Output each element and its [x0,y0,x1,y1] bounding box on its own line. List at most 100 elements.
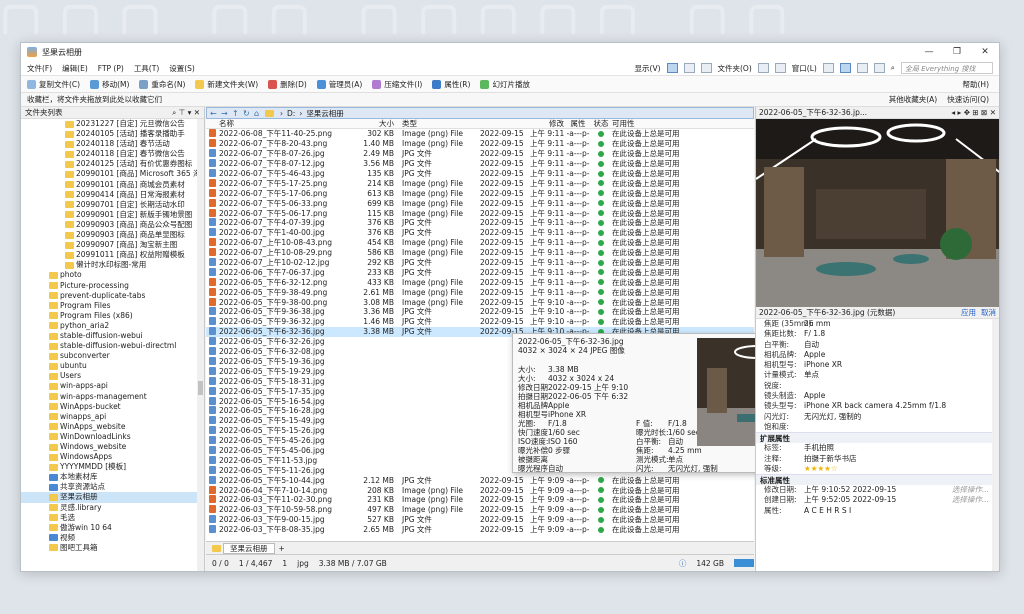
file-row[interactable]: 2022-06-05_下午5-10-44.jpg 2.12 MB JPG 文件 202… [206,475,754,485]
delete-button[interactable]: 删除(D) [268,79,307,90]
everything-search-input[interactable]: 全局 Everything 搜找 [901,62,993,74]
col-avail[interactable]: 可用性 [610,118,635,129]
tree-item[interactable]: WinApps-bucket [21,402,204,412]
file-row[interactable]: 2022-06-07_下午1-40-00.jpg 376 KB JPG 文件 2022… [206,228,754,238]
tree-item[interactable]: 20240118 [自定] 春节微信公告 [21,149,204,159]
home-icon[interactable]: ⌂ [254,109,265,118]
preview-nav-icons[interactable]: ◂ ▸ ✥ ⊞ ⊠ ✕ [951,108,996,117]
tree-item[interactable]: winapps_api [21,412,204,422]
property-row[interactable]: 饱和度: [756,422,999,432]
property-row[interactable]: 计量模式: 单点 [756,370,999,380]
layout2-icon[interactable] [774,63,786,73]
view-details-icon[interactable] [666,63,678,73]
tab-folder[interactable]: 坚果云相册 [223,542,275,554]
tree-item[interactable]: 20231227 [自定] 元旦微信公告 [21,119,204,129]
menu-display[interactable]: 显示(V) [635,63,661,74]
property-row[interactable]: 相机品牌: Apple [756,350,999,360]
tree-item[interactable]: 傲游win 10 64 [21,523,204,533]
tree-item[interactable]: 20990101 [商品] Microsoft 365 海报 [21,169,204,179]
slideshow-button[interactable]: 幻灯片播放 [480,79,530,90]
properties-button[interactable]: 属性(R) [432,79,470,90]
file-row[interactable]: 2022-06-05_下午9-36-38.jpg 3.36 MB JPG 文件 202… [206,307,754,317]
other-favorites-button[interactable]: 其他收藏夹(A) [889,94,937,105]
col-size[interactable]: 大小 [344,118,394,129]
tree-item[interactable]: python_aria2 [21,321,204,331]
property-row[interactable]: 白平衡: 自动 [756,340,999,350]
layout-icon[interactable] [757,63,769,73]
menu-tools[interactable]: 工具(T) [134,63,159,74]
property-row[interactable]: 焦距比数: F/ 1.8 [756,329,999,339]
file-row[interactable]: 2022-06-03_下午8-08-35.jpg 2.65 MB JPG 文件 202… [206,525,754,535]
tree-scrollbar[interactable] [197,119,204,571]
col-name[interactable]: 名称 [206,118,344,129]
file-row[interactable]: 2022-06-07_下午5-06-17.png 115 KB Image (png… [206,208,754,218]
tree-item[interactable]: WinDownloadLinks [21,432,204,442]
forward-icon[interactable]: → [221,109,232,118]
property-row[interactable]: 注释: 拍摄于新华书店 [756,454,999,464]
menu-edit[interactable]: 编辑(E) [62,63,88,74]
file-row[interactable]: 2022-06-07_下午5-46-43.jpg 135 KB JPG 文件 2022… [206,169,754,179]
tree-item[interactable]: 20990414 [商品] 日常海报素材 [21,190,204,200]
col-modified[interactable]: 修改 [530,118,564,129]
property-row[interactable]: 标签: 手机拍照 [756,443,999,453]
file-row[interactable]: 2022-06-07_下午8-20-43.png 1.40 MB Image (pn… [206,139,754,149]
pane-icon[interactable] [822,63,834,73]
file-row[interactable]: 2022-06-07_下午5-17-06.png 613 KB Image (png… [206,188,754,198]
tree-item[interactable]: prevent-duplicate-tabs [21,291,204,301]
tree-item[interactable]: stable-diffusion-webui-directml [21,341,204,351]
tree-header-icons[interactable]: ⌕ ⊤ ▾ ✕ [172,108,200,118]
file-row[interactable]: 2022-06-04_下午7-10-14.png 208 KB Image (png… [206,485,754,495]
property-row[interactable]: 等级: ★★★★☆ [756,464,999,474]
tree-item[interactable]: WindowsApps [21,452,204,462]
tree-item[interactable]: 本地素材库 [21,472,204,482]
property-row[interactable]: 锐度: [756,381,999,391]
file-row[interactable]: 2022-06-08_下午11-40-25.png 302 KB Image (pn… [206,129,754,139]
rename-button[interactable]: 重命名(N) [139,79,185,90]
file-row[interactable]: 2022-06-05_下午9-36-32.jpg 1.46 MB JPG 文件 202… [206,317,754,327]
maximize-icon[interactable]: ❐ [943,47,971,57]
tree-item[interactable]: 毛选 [21,513,204,523]
tree-item[interactable]: YYYYMMDD [模板] [21,462,204,472]
minimize-icon[interactable]: — [915,47,943,57]
property-row[interactable]: 创建日期: 上午 9:52:05 2022-09-15 选择操作... [756,495,999,505]
tree-item[interactable]: 20990701 [自定] 长期活动水印 [21,200,204,210]
view-thumbs-icon[interactable] [700,63,712,73]
view-list-icon[interactable] [683,63,695,73]
file-row[interactable]: 2022-06-05_下午9-38-00.png 3.08 MB Image (pn… [206,297,754,307]
property-row[interactable]: 属性: A C E H R S I [756,506,999,516]
meta-scrollbar[interactable] [992,319,999,571]
tree-item[interactable]: Picture-processing [21,281,204,291]
property-row[interactable]: 焦距 (35mm): 26 mm [756,319,999,329]
menu-window[interactable]: 窗口(L) [792,63,817,74]
cancel-button[interactable]: 取消 [981,307,996,318]
col-type[interactable]: 类型 [394,118,480,129]
refresh-icon[interactable]: ↻ [243,109,254,118]
file-row[interactable]: 2022-06-07_下午8-07-12.jpg 3.56 MB JPG 文件 202… [206,159,754,169]
quick-access-button[interactable]: 快速访问(Q) [947,94,989,105]
tree-item[interactable]: 图吧工具箱 [21,543,204,553]
tree-item[interactable]: 20240125 [活动] 有价优惠券图标 [21,159,204,169]
file-row[interactable]: 2022-06-03_下午9-00-15.jpg 527 KB JPG 文件 2022… [206,515,754,525]
tree-item[interactable]: 坚果云相册 [21,492,204,503]
tree-item[interactable]: win-apps-api [21,381,204,391]
tree-item[interactable]: ubuntu [21,361,204,371]
add-tab-icon[interactable]: + [279,544,285,553]
tree-item[interactable]: photo [21,270,204,280]
pane3-icon[interactable] [856,63,868,73]
tree-item[interactable]: win-apps-management [21,392,204,402]
property-row[interactable]: 相机型号: iPhone XR [756,360,999,370]
file-row[interactable]: 2022-06-05_下午9-38-49.png 2.61 MB Image (pn… [206,287,754,297]
admin-button[interactable]: 管理员(A) [316,79,362,90]
pane2-icon[interactable] [839,63,851,73]
tree-item[interactable]: 20990907 [商品] 淘宝新主图 [21,240,204,250]
tree-item[interactable]: 20240105 [活动] 播客录播助手 [21,129,204,139]
file-row[interactable]: 2022-06-07_下午8-07-26.jpg 2.49 MB JPG 文件 202… [206,149,754,159]
file-row[interactable]: 2022-06-07_上午10-02-12.jpg 292 KB JPG 文件 202… [206,258,754,268]
tree-item[interactable]: 灵感.library [21,503,204,513]
new-folder-button[interactable]: 新建文件夹(W) [195,79,258,90]
tree-item[interactable]: 懒计时水印标图-常用 [21,260,204,270]
tree-item[interactable]: 共享资源站点 [21,482,204,492]
menu-ftp[interactable]: FTP (P) [98,64,124,73]
back-icon[interactable]: ← [210,109,221,118]
file-row[interactable]: 2022-06-03_下午11-02-30.png 231 KB Image (pn… [206,495,754,505]
